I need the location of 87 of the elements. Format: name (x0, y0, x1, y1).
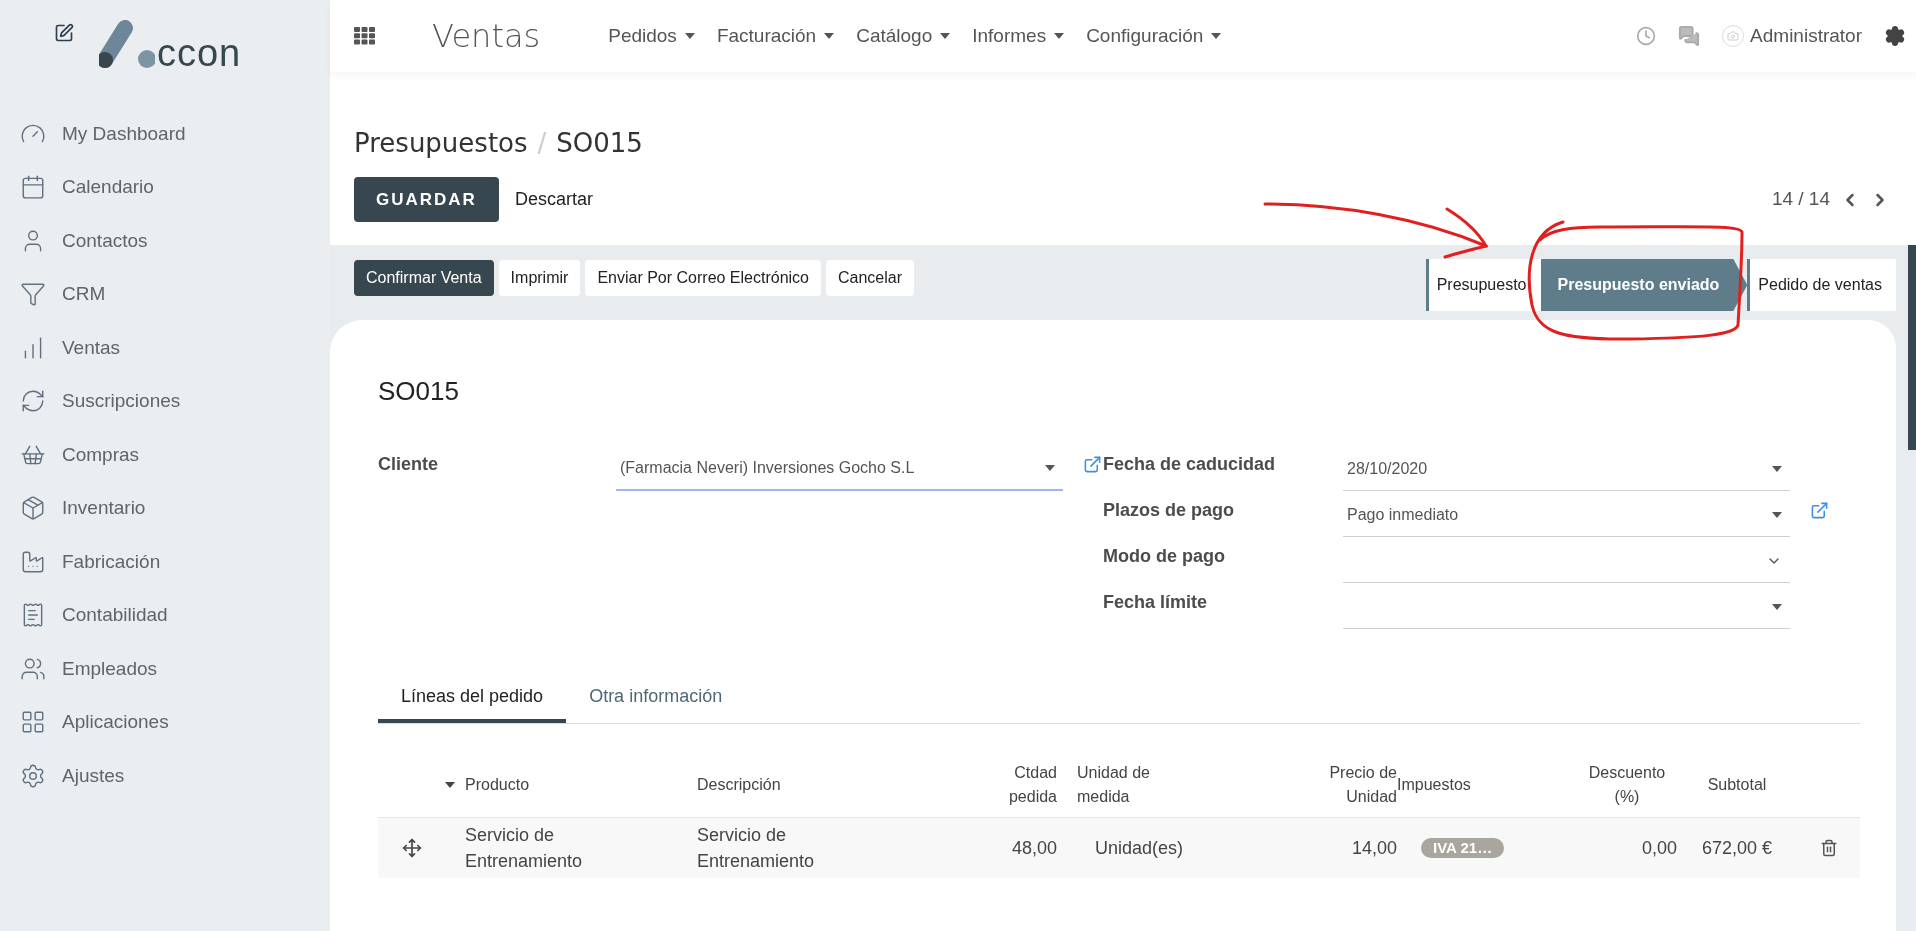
field-label: Modo de pago (1103, 545, 1226, 568)
menu-item[interactable]: Pedidos (608, 21, 695, 51)
column-header[interactable]: Ctdad pedida (997, 760, 1057, 809)
table-cell-text: 672,00 € (1701, 837, 1773, 860)
caret-icon (824, 33, 835, 39)
table-cell-text: 14,00 (1351, 837, 1397, 860)
sidebar-item[interactable]: Aplicaciones (0, 695, 330, 749)
field-value: Pago inmediato (1347, 504, 1459, 525)
sidebar-item[interactable]: My Dashboard (0, 107, 330, 161)
logo-text: ccon (157, 34, 242, 72)
trash-icon[interactable] (1819, 839, 1838, 857)
menu-item[interactable]: Configuración (1086, 21, 1222, 51)
column-header[interactable]: Producto (465, 772, 530, 797)
caret-icon (1772, 465, 1782, 472)
app-title: Ventas (432, 16, 541, 57)
field-value: (Farmacia Neveri) Inversiones Gocho S.L (620, 458, 915, 478)
caret-icon (684, 33, 695, 39)
column-header[interactable]: Unidad de medida (1077, 760, 1177, 809)
table-cell-text: 0,00 (1641, 837, 1677, 860)
field-label: Cliente (378, 453, 439, 476)
edit-icon[interactable] (54, 23, 74, 43)
sidebar-item[interactable]: Contactos (0, 214, 330, 268)
caret-icon (1054, 33, 1065, 39)
table-cell-text: 48,00 (1011, 837, 1057, 860)
scrollbar-thumb[interactable] (1908, 245, 1916, 450)
sidebar-item[interactable]: Empleados (0, 642, 330, 696)
sidebar-item[interactable]: Inventario (0, 481, 330, 535)
sidebar-item[interactable]: Contabilidad (0, 588, 330, 642)
column-header[interactable]: Impuestos (1397, 772, 1471, 797)
sidebar-item[interactable]: Fabricación (0, 535, 330, 589)
save-button[interactable]: GUARDAR (354, 177, 499, 222)
tax-tag: IVA 21… (1421, 838, 1505, 858)
field-value: 28/10/2020 (1347, 458, 1428, 479)
field-label: Plazos de pago (1103, 499, 1236, 522)
sort-caret-icon (445, 781, 455, 788)
user-name[interactable]: Administrator (1750, 21, 1862, 51)
action-button[interactable]: Cancelar (826, 260, 915, 296)
external-link-icon[interactable] (1083, 455, 1102, 474)
caret-icon (1772, 511, 1782, 518)
stage-step[interactable]: Presupuesto enviado (1540, 259, 1748, 311)
breadcrumb-current: SO015 (556, 127, 643, 160)
form-tab[interactable]: Líneas del pedido (378, 673, 567, 723)
field-label: Fecha límite (1103, 591, 1209, 614)
sidebar-item[interactable]: Suscripciones (0, 374, 330, 428)
table-cell-text: Unidad(es) (1095, 837, 1184, 860)
breadcrumb-link[interactable]: Presupuestos (354, 124, 528, 163)
logo-mark-drawing (99, 20, 155, 68)
breadcrumb-separator: / (537, 127, 547, 160)
form-tab[interactable]: Otra información (566, 673, 746, 723)
stage-step[interactable]: Presupuesto (1425, 259, 1541, 311)
apps-grid-icon[interactable] (354, 27, 376, 45)
menu-item[interactable]: Informes (972, 21, 1065, 51)
pager-counter: 14 / 14 (1771, 187, 1830, 212)
action-button[interactable]: Enviar Por Correo Electrónico (585, 260, 821, 296)
caret-icon (1045, 465, 1055, 471)
dropdown-field[interactable]: 28/10/2020 (1343, 447, 1790, 491)
sidebar-item[interactable]: Compras (0, 428, 330, 482)
column-header[interactable]: Subtotal (1707, 772, 1767, 797)
action-button[interactable]: Imprimir (498, 260, 581, 296)
table-cell-text: Servicio de Entrenamiento (465, 824, 584, 873)
column-header[interactable]: Descuento (%) (1577, 760, 1677, 809)
caret-icon (940, 33, 951, 39)
menu-item[interactable]: Catálogo (856, 21, 951, 51)
action-button[interactable]: Confirmar Venta (354, 260, 494, 296)
discard-button[interactable]: Descartar (514, 186, 593, 213)
external-link-icon[interactable] (1810, 501, 1829, 520)
calendar-icon (20, 174, 46, 201)
stage-step[interactable]: Pedido de ventas (1747, 259, 1896, 311)
dropdown-field[interactable]: (Farmacia Neveri) Inversiones Gocho S.L (616, 447, 1063, 491)
sidebar-item[interactable]: Ajustes (0, 749, 330, 803)
field-label: Fecha de caducidad (1103, 453, 1277, 476)
column-header[interactable]: Descripción (697, 772, 781, 797)
record-title: SO015 (378, 375, 460, 408)
sidebar-item[interactable]: Calendario (0, 160, 330, 214)
settings-icon[interactable] (1884, 25, 1906, 47)
caret-icon (1211, 33, 1222, 39)
table-cell-text: Servicio de Entrenamiento (697, 824, 816, 873)
box-icon (20, 495, 46, 522)
settings-icon (20, 762, 46, 789)
sidebar-item[interactable]: Ventas (0, 321, 330, 375)
column-header[interactable]: Precio de Unidad (1297, 760, 1397, 809)
menu-item[interactable]: Facturación (716, 21, 835, 51)
drag-handle-icon[interactable] (401, 838, 422, 858)
dropdown-field[interactable]: Pago inmediato (1343, 493, 1790, 537)
funnel-icon (20, 281, 46, 308)
sidebar-item[interactable]: CRM (0, 267, 330, 321)
caret-icon (1772, 603, 1782, 610)
